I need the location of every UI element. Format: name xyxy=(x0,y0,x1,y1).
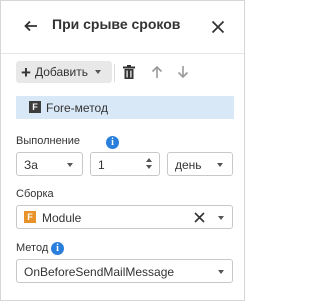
info-icon[interactable]: i xyxy=(106,136,119,149)
chevron-down-icon xyxy=(218,216,224,220)
arrow-left-icon[interactable] xyxy=(23,18,39,34)
panel-header: При срыве сроков xyxy=(1,1,244,53)
method-label: Метод xyxy=(16,242,49,254)
list-item[interactable]: F Fore-метод xyxy=(16,96,234,119)
execution-unit-select[interactable]: день xyxy=(167,152,233,176)
fore-method-icon: F xyxy=(29,101,41,113)
arrow-up-icon[interactable] xyxy=(149,64,165,80)
method-value: OnBeforeSendMailMessage xyxy=(24,265,175,279)
close-icon[interactable] xyxy=(210,19,226,35)
list-item-label: Fore-метод xyxy=(46,101,108,115)
execution-amount-stepper[interactable]: 1 xyxy=(90,152,160,176)
chevron-down-icon xyxy=(218,270,224,274)
clear-icon[interactable] xyxy=(193,211,206,224)
chevron-down-icon xyxy=(67,163,73,167)
chevron-down-icon xyxy=(94,70,101,74)
settings-panel: При срыве сроков + Добавить F Fore-метод xyxy=(0,0,245,301)
page-title: При срыве сроков xyxy=(52,16,181,32)
plus-icon: + xyxy=(21,62,31,82)
execution-when-select[interactable]: За xyxy=(16,152,83,176)
toolbar: + Добавить xyxy=(1,61,244,85)
arrow-down-icon[interactable] xyxy=(175,64,191,80)
info-icon[interactable]: i xyxy=(51,242,64,255)
module-icon: F xyxy=(24,211,36,223)
execution-label: Выполнение xyxy=(16,135,81,147)
stepper-up-icon[interactable] xyxy=(146,158,152,162)
chevron-down-icon xyxy=(217,163,223,167)
add-button-label: Добавить xyxy=(34,65,88,79)
add-button[interactable]: + Добавить xyxy=(16,61,112,83)
assembly-value: Module xyxy=(42,211,82,225)
trash-icon[interactable] xyxy=(121,64,137,80)
method-select[interactable]: OnBeforeSendMailMessage xyxy=(16,259,233,283)
assembly-label: Сборка xyxy=(16,188,54,200)
execution-amount-value: 1 xyxy=(98,158,105,172)
execution-unit-value: день xyxy=(175,158,202,172)
header-divider xyxy=(1,53,244,54)
assembly-select[interactable]: F Module xyxy=(16,205,233,229)
spinner xyxy=(145,157,153,171)
execution-when-value: За xyxy=(24,158,38,172)
toolbar-separator xyxy=(114,64,115,82)
stepper-down-icon[interactable] xyxy=(146,165,152,169)
